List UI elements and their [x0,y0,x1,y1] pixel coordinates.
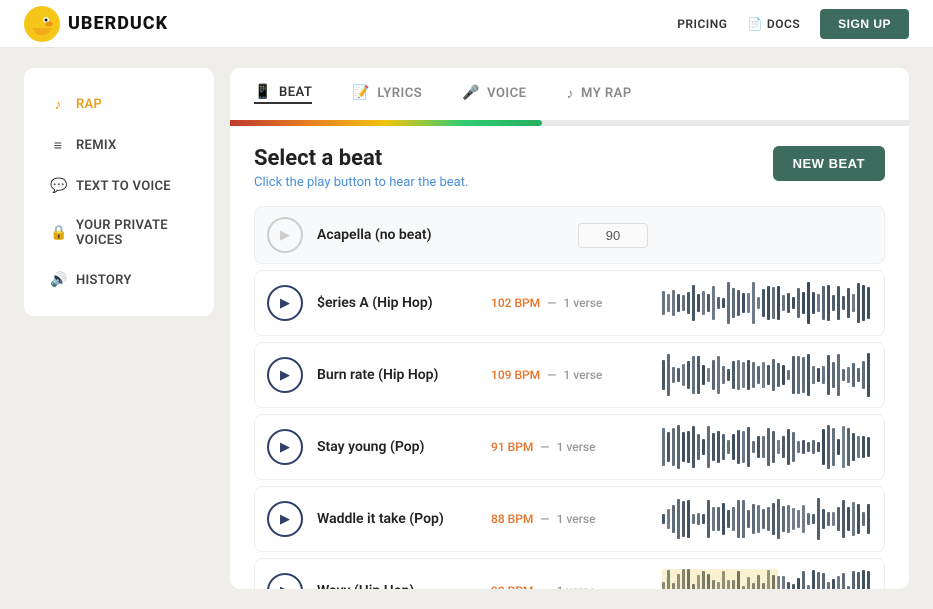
content-panel: 📱 BEAT 📝 LYRICS 🎤 VOICE ♪ MY RAP [230,68,909,589]
docs-file-icon: 📄 [747,17,762,31]
beat-name: Stay young (Pop) [317,439,477,455]
logo-text: UBERDUCK [68,13,168,34]
logo: UBERDUCK [24,6,168,42]
speaker-icon: 🔊 [50,272,66,288]
beat-list: ▶ Acapella (no beat) ▶ $eries A (Hip Hop… [254,206,885,589]
play-button-waddle[interactable]: ▶ [267,501,303,537]
waveform [662,425,872,469]
play-button-series-a[interactable]: ▶ [267,285,303,321]
waveform [662,281,872,325]
music-note-icon: ♪ [50,96,66,113]
signup-button[interactable]: SIGN UP [820,9,909,39]
play-button-stay-young[interactable]: ▶ [267,429,303,465]
beat-name: Acapella (no beat) [317,227,477,243]
section-title: Select a beat [254,146,468,171]
sidebar-item-rap[interactable]: ♪ RAP [40,88,198,121]
beat-row[interactable]: ▶ Wavy (Hip Hop) 98 BPM — 1 verse [254,558,885,589]
remix-icon: ≡ [50,137,66,154]
beat-row[interactable]: ▶ Waddle it take (Pop) 88 BPM — 1 verse [254,486,885,552]
main-layout: ♪ RAP ≡ REMIX 💬 TEXT TO VOICE 🔒 YOUR PRI… [0,48,933,609]
waveform [662,569,872,589]
docs-link[interactable]: 📄 DOCS [747,17,800,31]
section-subtitle: Click the play button to hear the beat. [254,175,468,190]
section-title-block: Select a beat Click the play button to h… [254,146,468,190]
beat-name: Burn rate (Hip Hop) [317,367,477,383]
beat-name: $eries A (Hip Hop) [317,295,477,311]
sidebar-item-history[interactable]: 🔊 HISTORY [40,264,198,296]
header: UBERDUCK PRICING 📄 DOCS SIGN UP [0,0,933,48]
voice-tab-icon: 🎤 [462,85,480,101]
waveform [662,497,872,541]
beat-row[interactable]: ▶ Stay young (Pop) 91 BPM — 1 verse [254,414,885,480]
beat-meta: 88 BPM — 1 verse [491,512,648,526]
sidebar-item-private-voices[interactable]: 🔒 YOUR PRIVATE VOICES [40,210,198,256]
content-body: Select a beat Click the play button to h… [230,126,909,589]
play-button-acapella[interactable]: ▶ [267,217,303,253]
lock-icon: 🔒 [50,225,66,241]
beat-row[interactable]: ▶ Burn rate (Hip Hop) 109 BPM — 1 verse [254,342,885,408]
waveform [662,353,872,397]
new-beat-button[interactable]: NEW BEAT [773,146,885,181]
chat-icon: 💬 [50,178,66,194]
tab-lyrics[interactable]: 📝 LYRICS [352,85,422,103]
header-nav: PRICING 📄 DOCS SIGN UP [677,9,909,39]
play-button-link[interactable]: play button [307,175,371,190]
beat-row[interactable]: ▶ $eries A (Hip Hop) 102 BPM — 1 verse [254,270,885,336]
beat-meta: 98 BPM — 1 verse [491,584,648,589]
beat-meta: 91 BPM — 1 verse [491,440,648,454]
my-rap-tab-icon: ♪ [567,85,575,102]
beat-meta: 109 BPM — 1 verse [491,368,648,382]
beat-tab-icon: 📱 [254,84,272,100]
section-header: Select a beat Click the play button to h… [254,146,885,190]
bpm-input[interactable] [578,223,648,248]
beat-name: Wavy (Hip Hop) [317,583,477,589]
beat-meta: 102 BPM — 1 verse [491,296,648,310]
sidebar: ♪ RAP ≡ REMIX 💬 TEXT TO VOICE 🔒 YOUR PRI… [24,68,214,316]
play-button-wavy[interactable]: ▶ [267,573,303,589]
beat-name: Waddle it take (Pop) [317,511,477,527]
logo-duck-icon [24,6,60,42]
play-button-burn-rate[interactable]: ▶ [267,357,303,393]
sidebar-item-remix[interactable]: ≡ REMIX [40,129,198,162]
tab-my-rap[interactable]: ♪ MY RAP [567,85,632,104]
tab-beat[interactable]: 📱 BEAT [254,84,312,104]
tabs: 📱 BEAT 📝 LYRICS 🎤 VOICE ♪ MY RAP [230,68,909,120]
sidebar-item-text-to-voice[interactable]: 💬 TEXT TO VOICE [40,170,198,202]
beat-row[interactable]: ▶ Acapella (no beat) [254,206,885,264]
pricing-link[interactable]: PRICING [677,17,727,31]
lyrics-tab-icon: 📝 [352,85,370,101]
tab-voice[interactable]: 🎤 VOICE [462,85,526,103]
